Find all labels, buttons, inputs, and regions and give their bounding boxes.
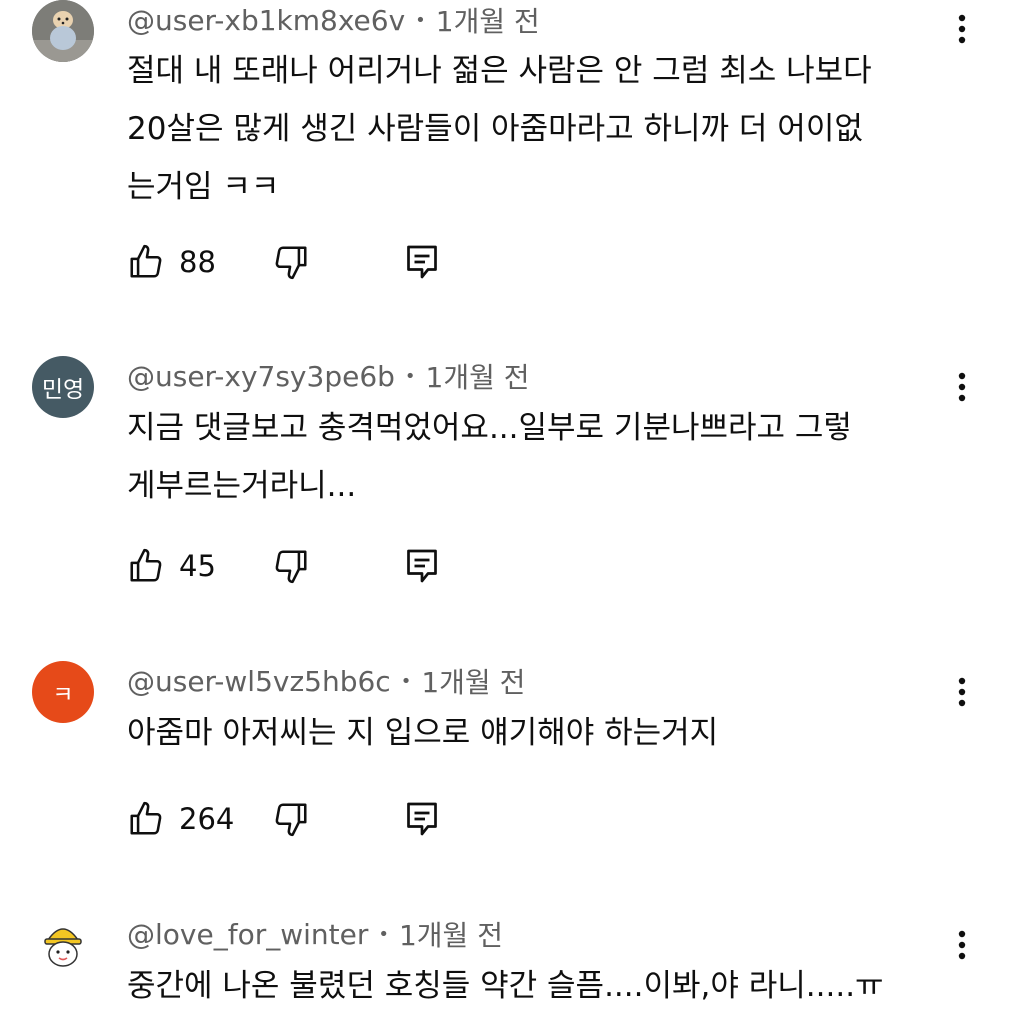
like-count: 264 [179, 802, 235, 836]
timestamp: 1개월 전 [398, 919, 503, 952]
comment-line: 중간에 나온 불렸던 호칭들 약간 슬픔....이봐,야 라니.....ㅠ [127, 968, 884, 1004]
reply-icon [407, 802, 437, 836]
like-count: 88 [179, 245, 216, 279]
comment-text: 지금 댓글보고 충격먹었어요...일부로 기분나쁘라고 그렇 게부르는거라니..… [127, 399, 957, 515]
more-vertical-icon [958, 14, 966, 44]
comment-line: 게부르는거라니... [127, 468, 357, 504]
comment-meta: @user-xb1km8xe6v • 1개월 전 [127, 0, 540, 40]
reply-icon [407, 549, 437, 583]
like-button[interactable]: 45 [127, 542, 216, 590]
author-name[interactable]: @user-xy7sy3pe6b [127, 360, 395, 393]
like-count: 45 [179, 549, 216, 583]
comment-text: 절대 내 또래나 어리거나 젊은 사람은 안 그럼 최소 나보다 20살은 많게… [127, 42, 957, 216]
timestamp: 1개월 전 [425, 361, 530, 394]
comment-text: 중간에 나온 불렸던 호칭들 약간 슬픔....이봐,야 라니.....ㅠ [127, 957, 957, 1015]
author-name[interactable]: @user-xb1km8xe6v [127, 4, 405, 37]
avatar[interactable]: 민영 [32, 356, 94, 418]
avatar-character-icon [32, 914, 94, 976]
separator-dot: • [404, 365, 416, 387]
thumbs-down-icon [275, 550, 307, 584]
comment-meta: @love_for_winter • 1개월 전 [127, 914, 503, 954]
like-button[interactable]: 88 [127, 238, 216, 286]
timestamp: 1개월 전 [435, 5, 540, 38]
timestamp: 1개월 전 [421, 666, 526, 699]
separator-dot: • [378, 923, 389, 945]
avatar[interactable] [32, 0, 94, 62]
reply-button[interactable] [404, 238, 440, 286]
dislike-button[interactable] [272, 238, 310, 286]
comment-actions: 264 [127, 795, 467, 843]
comment-actions: 88 [127, 238, 467, 286]
separator-dot: • [415, 9, 426, 31]
thumbs-down-icon [275, 803, 307, 837]
dislike-button[interactable] [272, 542, 310, 590]
separator-dot: • [400, 670, 412, 692]
reply-button[interactable] [404, 795, 440, 843]
like-button[interactable]: 264 [127, 795, 234, 843]
dislike-button[interactable] [272, 795, 310, 843]
thumbs-up-icon [130, 244, 162, 278]
comment-line: 아줌마 아저씨는 지 입으로 얘기해야 하는거지 [127, 715, 719, 751]
thumbs-down-icon [275, 246, 307, 280]
avatar-dog-photo-icon [32, 0, 94, 62]
comment-meta: @user-xy7sy3pe6b • 1개월 전 [127, 356, 530, 396]
comment-line: 20살은 많게 생긴 사람들이 아줌마라고 하니까 더 어이없 [127, 111, 863, 147]
comment-actions: 45 [127, 542, 467, 590]
comment-line: 지금 댓글보고 충격먹었어요...일부로 기분나쁘라고 그렇 [127, 410, 852, 446]
author-name[interactable]: @love_for_winter [127, 918, 368, 951]
avatar-initials: ㅋ [52, 682, 74, 708]
more-vertical-icon [958, 372, 966, 402]
avatar[interactable]: ㅋ [32, 661, 94, 723]
author-name[interactable]: @user-wl5vz5hb6c [127, 665, 391, 698]
more-vertical-icon [958, 677, 966, 707]
reply-button[interactable] [404, 542, 440, 590]
thumbs-up-icon [130, 548, 162, 582]
more-vertical-icon [958, 930, 966, 960]
avatar-initials: 민영 [41, 377, 85, 403]
comment-line: 는거임 ㅋㅋ [127, 169, 280, 205]
comment-line: 절대 내 또래나 어리거나 젊은 사람은 안 그럼 최소 나보다 [127, 53, 872, 89]
avatar[interactable] [32, 914, 94, 976]
comment-text: 아줌마 아저씨는 지 입으로 얘기해야 하는거지 [127, 704, 957, 762]
reply-icon [407, 245, 437, 279]
comment-meta: @user-wl5vz5hb6c • 1개월 전 [127, 661, 525, 701]
thumbs-up-icon [130, 801, 162, 835]
